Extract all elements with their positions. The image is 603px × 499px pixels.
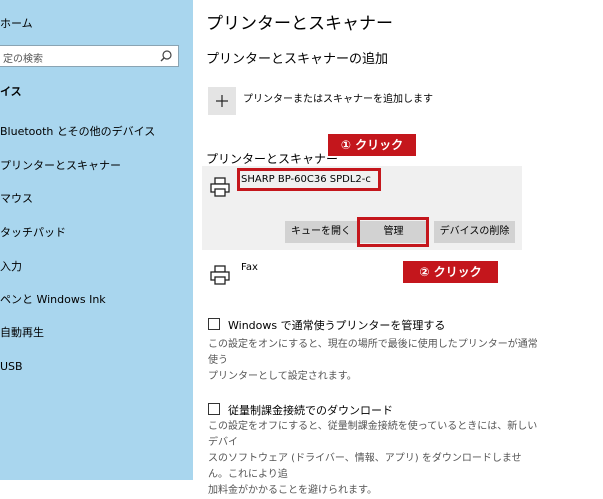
page-title: プリンターとスキャナー (206, 14, 393, 34)
sidebar-item-autoplay[interactable]: 自動再生 (0, 318, 193, 348)
manage-default-printer-checkbox[interactable] (208, 318, 220, 330)
metered-download-checkbox[interactable] (208, 403, 220, 415)
sidebar-item-usb[interactable]: USB (0, 352, 193, 382)
sidebar-item-bluetooth[interactable]: Bluetooth とその他のデバイス (0, 117, 193, 147)
fax-name[interactable]: Fax (241, 262, 258, 273)
remove-device-button[interactable]: デバイスの削除 (434, 221, 515, 243)
sidebar-home[interactable]: ホーム (0, 15, 33, 31)
sidebar-group-label: イス (0, 85, 22, 98)
option2-desc-line: スのソフトウェア (ドライバー、情報、アプリ) をダウンロードしません。これによ… (208, 453, 522, 480)
search-placeholder: 定の検索 (3, 54, 43, 65)
option1-desc-line: この設定をオンにすると、現在の場所で最後に使用したプリンターが通常使う (208, 339, 538, 366)
option1-desc-line: プリンターとして設定されます。 (208, 371, 357, 382)
search-input[interactable]: 定の検索 (0, 45, 179, 67)
add-printer-button[interactable] (208, 87, 236, 115)
printer-icon (210, 177, 230, 197)
add-printer-label[interactable]: プリンターまたはスキャナーを追加します (243, 90, 433, 105)
option2-description: この設定をオフにすると、従量制課金接続を使っているときには、新しいデバイ スのソ… (208, 419, 538, 499)
highlight-printer-name (237, 168, 381, 191)
open-queue-button[interactable]: キューを開く (285, 221, 357, 243)
option2-desc-line: 加料金がかかることを避けられます。 (208, 485, 377, 496)
option2-desc-line: この設定をオフにすると、従量制課金接続を使っているときには、新しいデバイ (208, 421, 538, 448)
callout-step2: ② クリック (403, 261, 498, 283)
fax-icon (210, 265, 230, 285)
option1-description: この設定をオンにすると、現在の場所で最後に使用したプリンターが通常使う プリンタ… (208, 337, 538, 385)
sidebar: ホーム 定の検索 イス Bluetooth とその他のデバイス プリンターとスキ… (0, 0, 193, 480)
metered-download-label[interactable]: 従量制課金接続でのダウンロード (228, 402, 393, 418)
sidebar-item-mouse[interactable]: マウス (0, 184, 193, 214)
main-content: プリンターとスキャナー プリンターとスキャナーの追加 プリンターまたはスキャナー… (193, 0, 603, 496)
add-section-title: プリンターとスキャナーの追加 (206, 52, 389, 67)
printers-section-title: プリンターとスキャナー (206, 152, 339, 166)
highlight-manage-button (357, 217, 429, 247)
callout-step1: ① クリック (328, 134, 416, 156)
sidebar-item-touchpad[interactable]: タッチパッド (0, 218, 193, 248)
sidebar-item-pen[interactable]: ペンと Windows Ink (0, 285, 193, 315)
manage-default-printer-label[interactable]: Windows で通常使うプリンターを管理する (228, 317, 445, 333)
sidebar-item-printers[interactable]: プリンターとスキャナー (0, 151, 193, 181)
plus-icon (216, 95, 228, 107)
search-icon[interactable] (159, 49, 173, 63)
sidebar-item-input[interactable]: 入力 (0, 252, 193, 282)
